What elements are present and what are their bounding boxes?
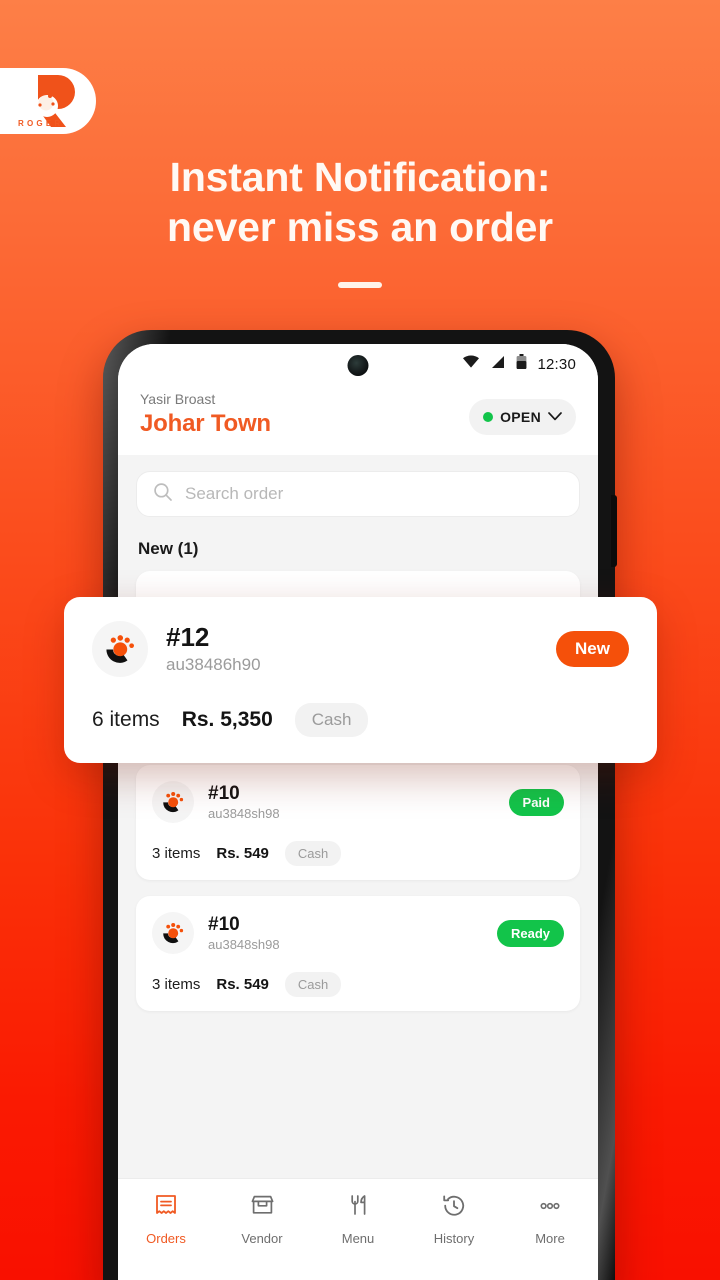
brand-wordmark: ROGER [18,119,64,128]
phone-screen: 12:30 Yasir Broast Johar Town OPEN Searc… [118,344,598,1280]
order-number: #10 [208,913,240,935]
order-reference: au3848sh98 [208,936,280,952]
order-identity: #12 au38486h90 [166,622,556,677]
order-amount: Rs. 549 [216,845,269,862]
order-payment-method: Cash [284,841,342,866]
promo-headline: Instant Notification: never miss an orde… [0,152,720,252]
order-amount: Rs. 5,350 [181,708,273,731]
battery-icon [516,353,527,375]
status-badge: Ready [496,919,564,947]
highlighted-new-order-card[interactable]: #12 au38486h90 New 6 items Rs. 5,350 Cas… [64,597,657,763]
nav-label-orders: Orders [146,1231,186,1246]
paw-icon [152,912,194,954]
order-card-active-2[interactable]: #10 au3848sh98 Ready 3 items Rs. 549 Cas… [136,896,580,1011]
business-subtitle: Yasir Broast [140,391,216,407]
order-payment-method: Cash [284,972,342,997]
status-bar-clock: 12:30 [537,355,576,373]
clock-back-icon [441,1193,467,1224]
paw-icon [152,781,194,823]
nav-item-orders[interactable]: Orders [118,1193,214,1246]
bottom-navigation: Orders Vendor Menu History More [118,1178,598,1280]
order-card-meta: 6 items Rs. 5,350 Cash [92,703,629,737]
order-reference: au38486h90 [166,654,261,674]
order-number: #10 [208,782,240,804]
order-card-meta: 3 items Rs. 549 Cash [152,972,564,997]
headline-line-2: never miss an order [167,204,553,250]
store-status-toggle[interactable]: OPEN [469,399,576,435]
nav-item-history[interactable]: History [406,1193,502,1246]
order-number: #12 [166,621,210,652]
order-identity: #10 au3848sh98 [208,913,497,954]
status-badge: New [556,631,629,667]
nav-item-more[interactable]: More [502,1193,598,1246]
order-card-active-1[interactable]: #10 au3848sh98 Paid 3 items Rs. 549 Cash [136,765,580,880]
nav-label-menu: Menu [341,1231,375,1246]
nav-label-history: History [433,1231,475,1246]
order-identity: #10 au3848sh98 [208,782,509,823]
section-title-new: New (1) [138,539,199,558]
status-badge: Paid [508,788,564,816]
order-card-meta: 3 items Rs. 549 Cash [152,841,564,866]
nav-label-vendor: Vendor [241,1231,283,1246]
camera-punchhole-icon [347,355,369,376]
order-card-header: #12 au38486h90 New [92,621,629,677]
search-icon [153,482,173,507]
orders-list-panel: Search order New (1) Active (2) [118,455,598,1249]
store-status-label: OPEN [500,409,541,425]
order-amount: Rs. 549 [216,976,269,993]
ellipsis-icon [537,1193,563,1224]
brand-badge: ROGER [0,68,96,134]
status-bar: 12:30 [118,344,598,384]
headline-line-1: Instant Notification: [169,154,551,200]
app-header: Yasir Broast Johar Town OPEN [118,384,598,455]
receipt-icon [153,1193,179,1224]
business-branch-name: Johar Town [140,410,271,437]
order-item-count: 6 items [92,708,160,731]
status-dot-icon [483,412,494,422]
fork-knife-icon [345,1193,371,1224]
phone-side-button [611,495,617,567]
nav-label-more: More [535,1231,565,1246]
order-payment-method: Cash [294,703,369,737]
business-identity: Yasir Broast Johar Town [140,390,271,439]
order-reference: au3848sh98 [208,805,280,821]
cellular-signal-icon [490,355,506,374]
wifi-icon [462,354,480,374]
paw-icon [92,621,148,677]
storefront-icon [249,1193,276,1224]
order-card-header: #10 au3848sh98 Ready [152,912,564,954]
order-card-header: #10 au3848sh98 Paid [152,781,564,823]
chevron-down-icon [548,408,562,426]
nav-item-menu[interactable]: Menu [310,1193,406,1246]
order-item-count: 3 items [152,976,201,993]
search-input[interactable]: Search order [185,484,283,504]
nav-item-vendor[interactable]: Vendor [214,1193,310,1246]
search-bar[interactable]: Search order [136,471,580,517]
headline-divider [338,282,382,288]
order-item-count: 3 items [152,845,201,862]
